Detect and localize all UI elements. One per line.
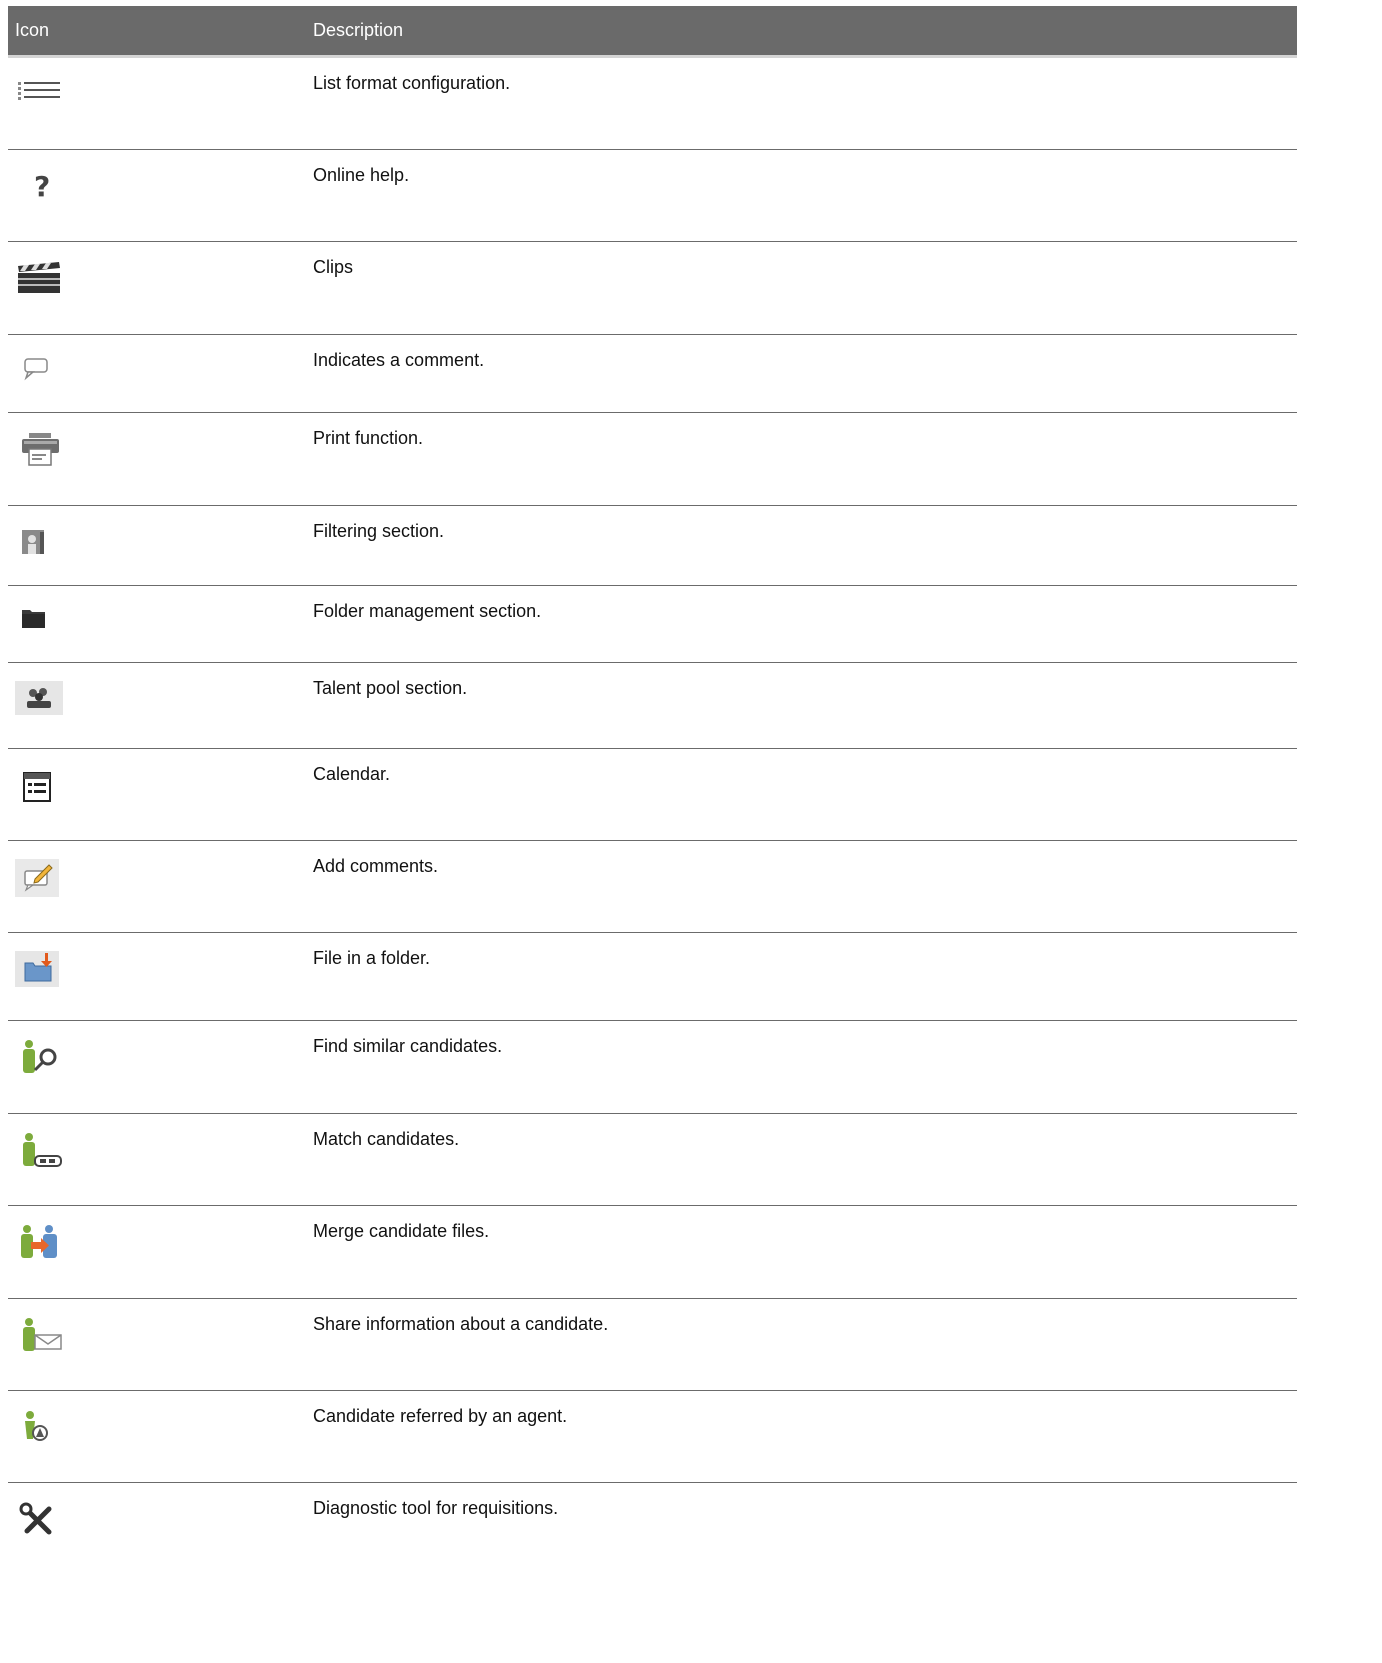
- table-row: Clips: [8, 242, 1297, 335]
- icon-table: Icon Description List format configurati…: [8, 6, 1297, 1555]
- row-description: Match candidates.: [313, 1129, 460, 1149]
- row-description: Share information about a candidate.: [313, 1314, 609, 1334]
- table-row: List format configuration.: [8, 58, 1297, 150]
- table-row: Match candidates.: [8, 1114, 1297, 1206]
- row-description: Merge candidate files.: [313, 1221, 490, 1241]
- header-icon-column: Icon: [15, 20, 50, 40]
- diagnostic-tool-icon: [15, 1501, 63, 1541]
- row-description: Clips: [313, 257, 354, 277]
- row-description: Online help.: [313, 165, 410, 185]
- match-candidates-icon: [15, 1132, 63, 1172]
- row-description: Find similar candidates.: [313, 1036, 503, 1056]
- file-in-folder-icon: [15, 951, 63, 991]
- row-description: Candidate referred by an agent.: [313, 1406, 568, 1426]
- help-question-icon: ?: [15, 168, 63, 208]
- table-row: Indicates a comment.: [8, 335, 1297, 413]
- comment-bubble-icon: [15, 353, 63, 393]
- table-row: Filtering section.: [8, 506, 1297, 586]
- find-similar-candidates-icon: [15, 1039, 63, 1079]
- row-description: Calendar.: [313, 764, 391, 784]
- table-row: Find similar candidates.: [8, 1021, 1297, 1114]
- share-candidate-icon: [15, 1317, 63, 1357]
- printer-icon: [15, 431, 63, 471]
- filter-person-icon: [15, 524, 63, 564]
- folder-icon: [15, 604, 63, 644]
- table-row: ? Online help.: [8, 150, 1297, 242]
- table-row: File in a folder.: [8, 933, 1297, 1021]
- table-row: Add comments.: [8, 841, 1297, 933]
- row-description: Print function.: [313, 428, 424, 448]
- table-row: Share information about a candidate.: [8, 1299, 1297, 1391]
- add-comment-icon: [15, 859, 63, 899]
- table-row: Talent pool section.: [8, 663, 1297, 749]
- row-description: Talent pool section.: [313, 678, 468, 698]
- table-row: Calendar.: [8, 749, 1297, 841]
- row-description: Filtering section.: [313, 521, 445, 541]
- table-header: Icon Description: [8, 6, 1297, 58]
- table-row: Merge candidate files.: [8, 1206, 1297, 1299]
- agent-referral-icon: [15, 1409, 63, 1449]
- clapperboard-icon: [15, 260, 63, 300]
- row-description: Indicates a comment.: [313, 350, 485, 370]
- svg-text:?: ?: [34, 170, 50, 203]
- calendar-icon: [15, 767, 63, 807]
- header-description-column: Description: [313, 20, 404, 40]
- row-description: Add comments.: [313, 856, 439, 876]
- row-description: Folder management section.: [313, 601, 542, 621]
- row-description: Diagnostic tool for requisitions.: [313, 1498, 559, 1518]
- row-description: List format configuration.: [313, 73, 511, 93]
- table-row: Diagnostic tool for requisitions.: [8, 1483, 1297, 1555]
- table-row: Print function.: [8, 413, 1297, 506]
- row-description: File in a folder.: [313, 948, 431, 968]
- table-row: Folder management section.: [8, 586, 1297, 663]
- table-row: Candidate referred by an agent.: [8, 1391, 1297, 1483]
- talent-pool-icon: [15, 681, 63, 721]
- list-format-icon: [15, 76, 63, 116]
- merge-candidates-icon: [15, 1224, 63, 1264]
